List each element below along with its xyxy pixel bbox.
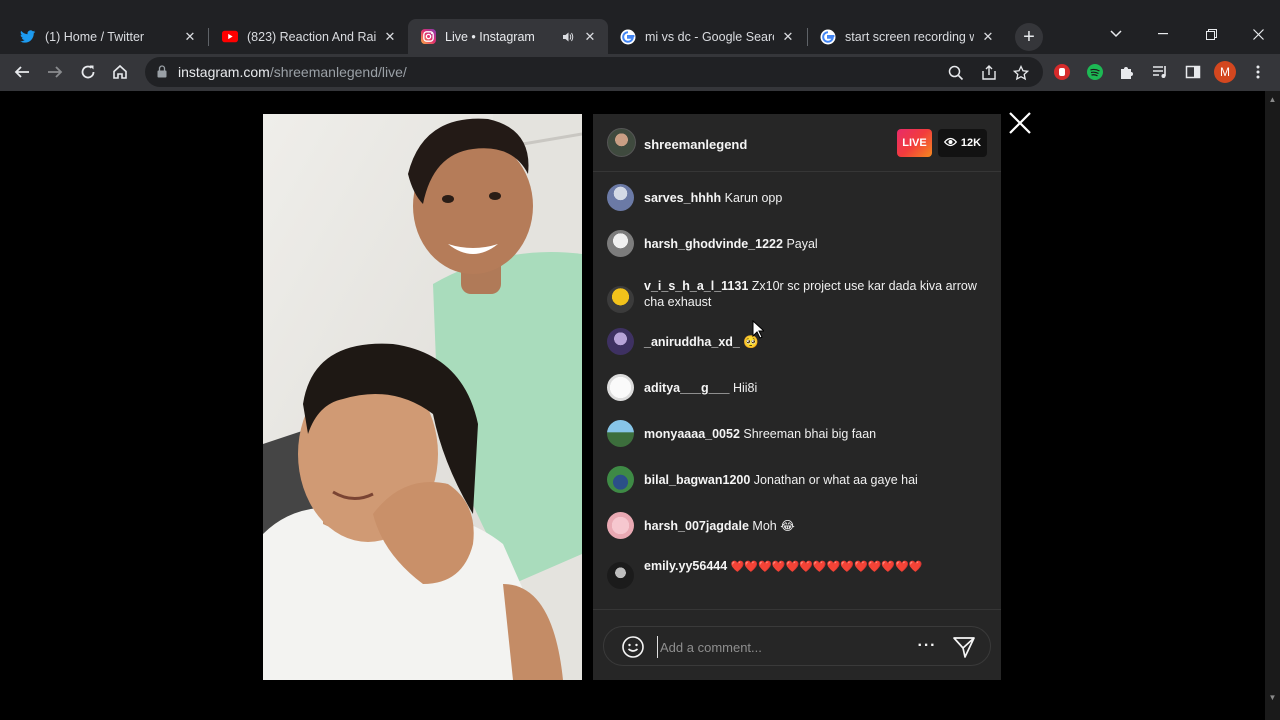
tab-title: start screen recording w (845, 29, 974, 44)
commenter-avatar[interactable] (607, 230, 634, 257)
comment-text: Payal (786, 237, 818, 251)
tab-title: mi vs dc - Google Search (645, 29, 774, 44)
viewer-count: 12K (960, 137, 982, 149)
extensions-puzzle-icon[interactable] (1117, 62, 1137, 82)
comment-text: Hii8i (732, 381, 758, 395)
send-icon[interactable] (952, 635, 976, 659)
commenter-avatar[interactable] (607, 420, 634, 447)
share-icon[interactable] (980, 64, 998, 82)
close-tab-icon[interactable]: ✕ (582, 29, 598, 45)
url-text: instagram.com/shreemanlegend/live/ (178, 64, 407, 80)
tab-search-chevron-icon[interactable] (1102, 20, 1130, 48)
tab-divider (208, 28, 209, 46)
comment-input[interactable] (657, 636, 907, 658)
comment-username[interactable]: harsh_007jagdale (644, 519, 749, 533)
eye-icon (943, 137, 958, 150)
url-host: instagram.com (178, 64, 270, 80)
tab-instagram[interactable]: Live • Instagram ✕ (408, 19, 608, 54)
page-scrollbar[interactable]: ▲ ▼ (1265, 91, 1280, 720)
tab-google-recording[interactable]: start screen recording w ✕ (808, 19, 1006, 54)
lock-icon[interactable] (157, 65, 167, 83)
comment-text: ❤️❤️❤️❤️❤️❤️❤️❤️❤️❤️❤️❤️❤️❤️ (730, 561, 923, 573)
comment-username[interactable]: emily.yy56444 (644, 559, 727, 573)
window-close-icon[interactable] (1244, 20, 1272, 48)
commenter-avatar[interactable] (607, 562, 634, 589)
comment-text: Shreeman bhai big faan (743, 427, 877, 441)
new-tab-button[interactable]: + (1015, 23, 1043, 51)
tab-strip: (1) Home / Twitter ✕ (823) Reaction And … (0, 0, 1280, 54)
twitter-icon (20, 29, 36, 45)
zoom-icon[interactable] (947, 64, 965, 82)
live-video[interactable] (263, 114, 582, 680)
close-tab-icon[interactable]: ✕ (980, 29, 996, 45)
live-chat-panel: shreemanlegend LIVE 12K sarves_hhhh Karu… (593, 114, 1001, 680)
comment-text: Karun opp (724, 191, 783, 205)
comment-username[interactable]: monyaaaa_0052 (644, 427, 740, 441)
tab-title: (823) Reaction And Raid (247, 29, 376, 44)
commenter-avatar[interactable] (607, 374, 634, 401)
comment-username[interactable]: bilal_bagwan1200 (644, 473, 750, 487)
profile-avatar[interactable]: M (1214, 61, 1236, 83)
url-path: /shreemanlegend/live/ (269, 64, 407, 80)
instagram-icon (420, 29, 436, 45)
media-control-icon[interactable] (1150, 62, 1170, 82)
host-username[interactable]: shreemanlegend (644, 137, 747, 152)
tab-youtube[interactable]: (823) Reaction And Raid ✕ (210, 19, 408, 54)
close-tab-icon[interactable]: ✕ (182, 29, 198, 45)
commenter-avatar[interactable] (607, 512, 634, 539)
comment-box: ··· (603, 626, 991, 666)
live-header: shreemanlegend LIVE 12K (593, 114, 1001, 172)
address-bar[interactable]: instagram.com/shreemanlegend/live/ (145, 57, 1043, 87)
live-badge: LIVE (897, 129, 932, 157)
comment-text: Moh 😂 (752, 519, 795, 533)
extension-green-icon[interactable] (1085, 62, 1105, 82)
google-icon (820, 29, 836, 45)
viewer-count-badge: 12K (938, 129, 987, 157)
comment-text: Jonathan or what aa gaye hai (753, 473, 918, 487)
bookmark-star-icon[interactable] (1012, 64, 1030, 82)
tab-twitter[interactable]: (1) Home / Twitter ✕ (8, 19, 208, 54)
youtube-icon (222, 29, 238, 45)
host-avatar[interactable] (607, 128, 636, 157)
mouse-cursor-icon (752, 319, 766, 344)
kebab-menu-icon[interactable] (1248, 62, 1268, 82)
reload-icon[interactable] (74, 58, 102, 86)
more-options-icon[interactable]: ··· (917, 637, 937, 657)
scroll-up-arrow-icon[interactable]: ▲ (1268, 95, 1277, 104)
commenter-avatar[interactable] (607, 286, 634, 313)
tab-title: Live • Instagram (445, 29, 535, 44)
commenter-avatar[interactable] (607, 328, 634, 355)
commenter-avatar[interactable] (607, 184, 634, 211)
comment-username[interactable]: _aniruddha_xd_ (644, 335, 740, 349)
minimize-icon[interactable] (1149, 20, 1177, 48)
comment-username[interactable]: harsh_ghodvinde_1222 (644, 237, 783, 251)
extension-red-icon[interactable] (1052, 62, 1072, 82)
close-tab-icon[interactable]: ✕ (780, 29, 796, 45)
tab-title: (1) Home / Twitter (45, 29, 145, 44)
home-icon[interactable] (106, 58, 134, 86)
commenter-avatar[interactable] (607, 466, 634, 493)
scroll-down-arrow-icon[interactable]: ▼ (1268, 693, 1277, 702)
forward-arrow-icon[interactable] (41, 58, 69, 86)
close-live-icon[interactable] (1006, 109, 1034, 137)
emoji-icon[interactable] (621, 635, 645, 659)
close-tab-icon[interactable]: ✕ (382, 29, 398, 45)
comment-username[interactable]: sarves_hhhh (644, 191, 721, 205)
comment-composer: ··· (593, 609, 1001, 680)
speaker-icon[interactable] (560, 29, 576, 45)
side-panel-icon[interactable] (1183, 62, 1203, 82)
tab-google-search[interactable]: mi vs dc - Google Search ✕ (608, 19, 806, 54)
back-arrow-icon[interactable] (8, 58, 36, 86)
restore-icon[interactable] (1197, 20, 1225, 48)
comments-list: sarves_hhhh Karun opp harsh_ghodvinde_12… (593, 172, 1001, 609)
comment-username[interactable]: aditya___g___ (644, 381, 729, 395)
comment-username[interactable]: v_i_s_h_a_l_1131 (644, 279, 748, 293)
google-icon (620, 29, 636, 45)
